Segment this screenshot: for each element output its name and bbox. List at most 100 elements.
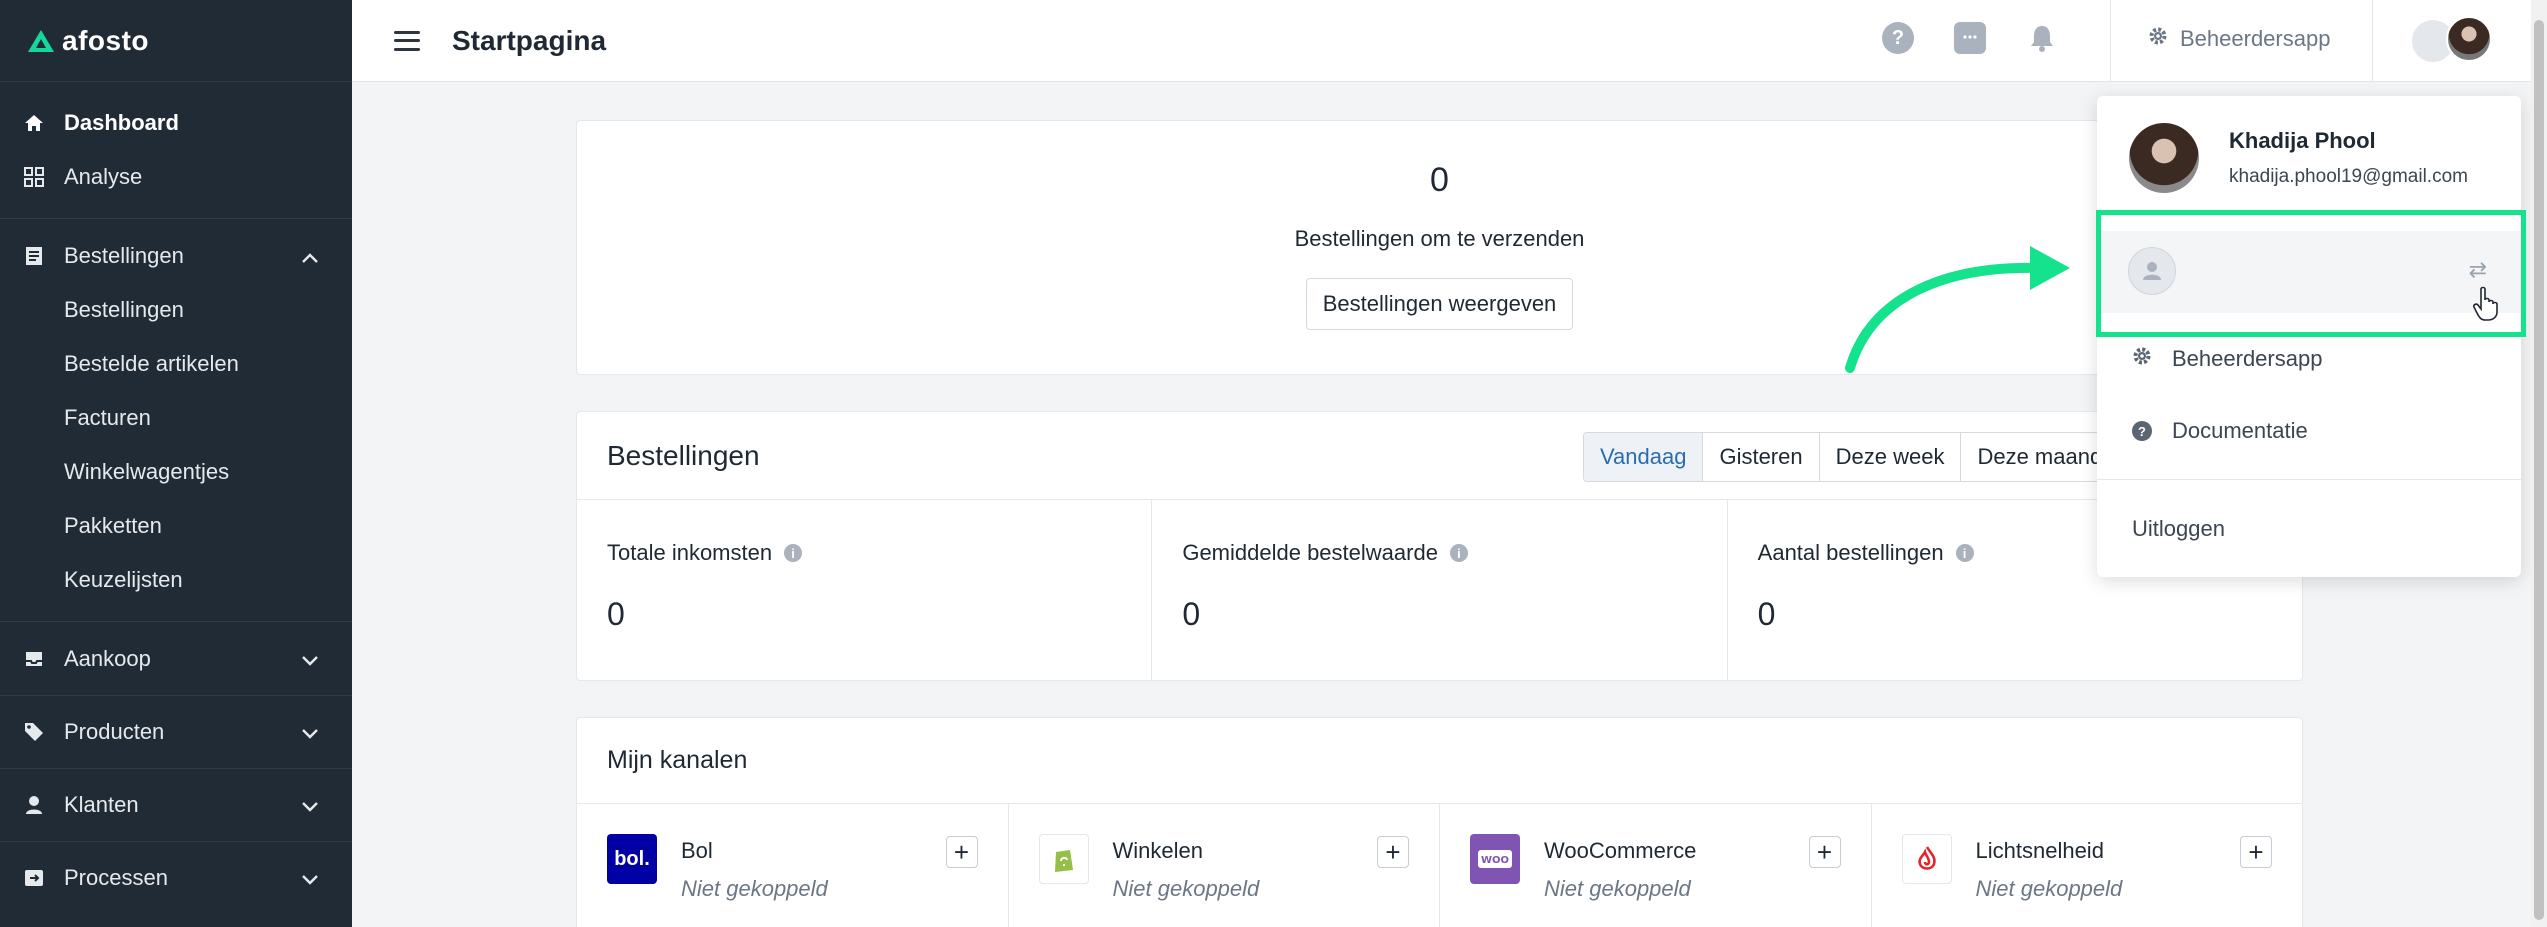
- tab-deze-week[interactable]: Deze week: [1820, 433, 1962, 481]
- stat-label: Totale inkomsten: [607, 540, 773, 565]
- channel-winkelen: Winkelen Niet gekoppeld +: [1009, 804, 1440, 927]
- stat-label: Aantal bestellingen: [1757, 540, 1944, 565]
- sidebar-item-producten[interactable]: Producten: [0, 695, 352, 768]
- home-icon: [24, 113, 44, 133]
- avatar: [2446, 16, 2492, 62]
- sidebar-item-analyse[interactable]: Analyse: [0, 150, 352, 204]
- svg-text:WOO: WOO: [1481, 855, 1509, 866]
- channel-status: Niet gekoppeld: [681, 876, 828, 901]
- sidebar-subitem-bestelde-artikelen[interactable]: Bestelde artikelen: [0, 337, 352, 391]
- help-icon[interactable]: ?: [1882, 22, 1914, 54]
- channel-status: Niet gekoppeld: [1975, 876, 2123, 901]
- sidebar-item-label: Bestellingen: [64, 243, 184, 268]
- header-divider: [2110, 0, 2111, 82]
- chevron-down-icon: [302, 865, 318, 891]
- annotation-arrow: [1845, 246, 2070, 373]
- sidebar-item-label: Processen: [64, 865, 168, 890]
- user-profile-summary: Khadija Phool khadija.phool19@gmail.com: [2097, 96, 2521, 220]
- sidebar-item-bestellingen[interactable]: Bestellingen: [0, 229, 352, 283]
- info-icon[interactable]: i: [784, 544, 803, 562]
- brand-name: afosto: [62, 24, 149, 56]
- channels-card: Mijn kanalen bol. Bol Niet gekoppeld + W…: [576, 717, 2303, 927]
- user-icon: [24, 795, 44, 815]
- user-name: Khadija Phool: [2229, 128, 2376, 153]
- add-channel-button[interactable]: +: [945, 836, 978, 868]
- stat-label: Gemiddelde bestelwaarde: [1182, 540, 1438, 565]
- logout-link[interactable]: Uitloggen: [2132, 516, 2225, 542]
- hand-cursor-icon: [2473, 286, 2498, 321]
- chevron-up-icon[interactable]: [302, 243, 318, 269]
- orders-stats-card: Bestellingen Vandaag Gisteren Deze week …: [576, 411, 2303, 681]
- sidebar-item-label: Dashboard: [64, 110, 179, 135]
- tab-gisteren[interactable]: Gisteren: [1703, 433, 1820, 481]
- channels-title: Mijn kanalen: [577, 718, 2302, 804]
- info-icon[interactable]: i: [1449, 544, 1468, 562]
- channel-name: Winkelen: [1112, 838, 1203, 863]
- sidebar-subitem-bestellingen[interactable]: Bestellingen: [0, 283, 352, 337]
- view-orders-button[interactable]: Bestellingen weergeven: [1305, 278, 1574, 330]
- primary-nav: Dashboard Analyse: [0, 82, 352, 219]
- page-title: Startpagina: [452, 24, 607, 56]
- menu-toggle-icon[interactable]: [394, 30, 420, 51]
- top-header: Startpagina ? Beheerdersapp: [352, 0, 2531, 82]
- sidebar-subitem-facturen[interactable]: Facturen: [0, 391, 352, 445]
- orders-stats-title: Bestellingen: [607, 439, 760, 471]
- channel-name: Lichtsnelheid: [1975, 838, 2104, 863]
- info-icon[interactable]: i: [1955, 544, 1974, 562]
- chevron-down-icon: [302, 719, 318, 745]
- period-tabs: Vandaag Gisteren Deze week Deze maand: [1583, 432, 2121, 482]
- stat-total-revenue: Totale inkomsten i 0: [577, 500, 1153, 680]
- add-channel-button[interactable]: +: [1808, 836, 1841, 868]
- admin-app-link[interactable]: Beheerdersapp: [2148, 26, 2330, 52]
- channel-status: Niet gekoppeld: [1544, 876, 1691, 901]
- add-channel-button[interactable]: +: [2240, 836, 2272, 868]
- menu-item-label: Beheerdersapp: [2172, 346, 2323, 371]
- receipt-icon: [24, 246, 44, 266]
- stat-value: 0: [1757, 596, 1776, 632]
- chevron-down-icon: [302, 792, 318, 818]
- tab-deze-maand[interactable]: Deze maand: [1961, 433, 2120, 481]
- sidebar-item-label: Klanten: [64, 792, 139, 817]
- shopify-logo-icon: [1038, 834, 1089, 884]
- chat-icon[interactable]: [1954, 22, 1986, 54]
- help-icon: ?: [2132, 421, 2152, 441]
- logo-mark-icon: [28, 29, 54, 52]
- stats-row: Totale inkomsten i 0 Gemiddelde bestelwaa…: [577, 500, 2302, 680]
- tab-vandaag[interactable]: Vandaag: [1584, 433, 1704, 481]
- channel-list: bol. Bol Niet gekoppeld + Winkelen Niet …: [577, 804, 2302, 927]
- scrollbar-thumb[interactable]: [2534, 20, 2544, 920]
- sidebar-item-label: Producten: [64, 719, 165, 744]
- menu-item-label: Documentatie: [2172, 418, 2308, 443]
- menu-item-documentation[interactable]: ? Documentatie: [2132, 418, 2308, 444]
- stat-value: 0: [1182, 596, 1201, 632]
- stat-value: 0: [607, 596, 625, 632]
- sidebar-item-aankoop[interactable]: Aankoop: [0, 622, 352, 695]
- tag-icon: [24, 722, 44, 742]
- gear-icon: [2132, 346, 2152, 372]
- sidebar-item-processen[interactable]: Processen: [0, 841, 352, 914]
- sidebar-subitem-winkelwagentjes[interactable]: Winkelwagentjes: [0, 445, 352, 499]
- user-email: khadija.phool19@gmail.com: [2229, 166, 2468, 187]
- admin-app-label: Beheerdersapp: [2180, 26, 2331, 51]
- chevron-down-icon: [302, 646, 318, 672]
- sidebar-item-dashboard[interactable]: Dashboard: [0, 96, 352, 150]
- sidebar-subitem-keuzelijsten[interactable]: Keuzelijsten: [0, 553, 352, 607]
- brand-logo[interactable]: afosto: [0, 0, 352, 82]
- user-avatar-switcher[interactable]: [2410, 16, 2492, 66]
- bell-icon[interactable]: [2026, 22, 2058, 54]
- sidebar-subitem-pakketten[interactable]: Pakketten: [0, 499, 352, 553]
- sidebar-item-label: Aankoop: [64, 645, 151, 671]
- woocommerce-logo-icon: WOO: [1470, 834, 1520, 884]
- menu-item-admin-app[interactable]: Beheerdersapp: [2132, 346, 2322, 372]
- inbox-icon: [24, 649, 44, 669]
- channel-lichtsnelheid: Lichtsnelheid Niet gekoppeld +: [1872, 804, 2303, 927]
- highlight-box: [2096, 210, 2526, 337]
- page-scrollbar[interactable]: [2531, 0, 2547, 927]
- stat-average-order-value: Gemiddelde bestelwaarde i 0: [1152, 500, 1728, 680]
- sidebar-item-klanten[interactable]: Klanten: [0, 768, 352, 841]
- bol-logo-icon: bol.: [607, 834, 657, 884]
- add-channel-button[interactable]: +: [1377, 836, 1409, 868]
- header-divider: [2372, 0, 2373, 82]
- flame-logo-icon: [1901, 834, 1952, 884]
- gear-icon: [2148, 26, 2168, 52]
